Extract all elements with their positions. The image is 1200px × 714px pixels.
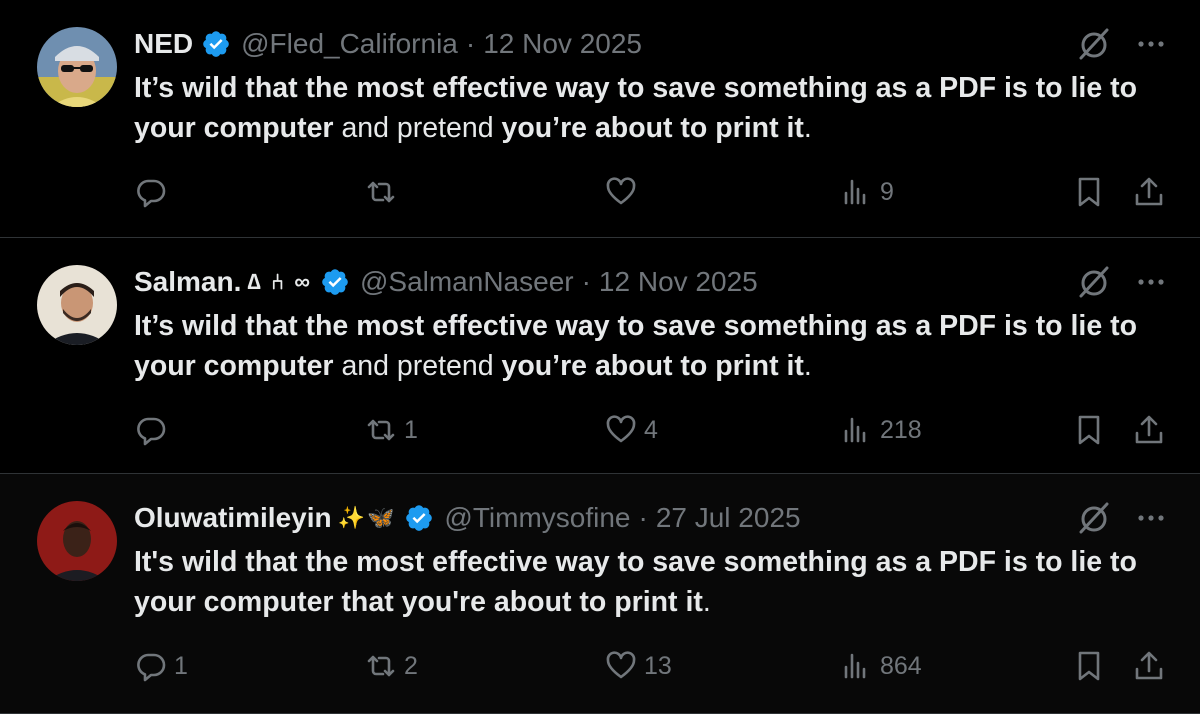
- share-icon: [1135, 415, 1163, 444]
- avatar[interactable]: [37, 27, 117, 107]
- share-button[interactable]: [1132, 172, 1166, 212]
- like-button[interactable]: 13: [604, 646, 672, 686]
- tweet-feed: NED @Fled_California · 12 Nov 2025 It’s …: [0, 0, 1200, 714]
- tweet-text: It’s wild that the most effective way to…: [134, 306, 1174, 386]
- repost-count: 2: [404, 651, 418, 680]
- like-count: 13: [644, 651, 672, 680]
- separator-dot: ·: [581, 266, 591, 297]
- verified-badge-icon: [406, 505, 433, 531]
- tweet[interactable]: Oluwatimileyin ✨🦋 @Timmysofine · 27 Jul …: [0, 474, 1200, 714]
- like-button[interactable]: 4: [604, 410, 658, 450]
- display-name[interactable]: Salman.: [134, 266, 241, 298]
- repost-button[interactable]: [364, 172, 404, 212]
- name-decoration: ∆ ⑃ ∞: [247, 269, 312, 294]
- handle[interactable]: @Timmysofine: [444, 502, 630, 534]
- tweet-header: Oluwatimileyin ✨🦋 @Timmysofine · 27 Jul …: [134, 499, 801, 537]
- handle[interactable]: @Fled_California: [241, 28, 458, 60]
- more-options-icon[interactable]: [1134, 501, 1168, 535]
- verified-badge-icon: [322, 269, 348, 295]
- tweet-top-actions: [1074, 24, 1168, 64]
- tweet-actions: 9: [0, 172, 1200, 212]
- bookmark-icon: [1078, 651, 1100, 681]
- views-button[interactable]: 218: [840, 410, 922, 450]
- more-options-icon[interactable]: [1134, 27, 1168, 61]
- tweet-text: It’s wild that the most effective way to…: [134, 68, 1174, 148]
- verified-badge-icon: [203, 31, 229, 57]
- separator-dot: ·: [465, 28, 476, 59]
- share-icon: [1135, 177, 1163, 206]
- repost-icon: [367, 419, 395, 441]
- views-button[interactable]: 9: [840, 172, 894, 212]
- reply-icon: [137, 417, 166, 446]
- bookmark-button[interactable]: [1072, 410, 1106, 450]
- reply-button[interactable]: 1: [134, 646, 188, 686]
- tweet-text-part: and pretend: [333, 350, 502, 382]
- analytics-icon: [844, 417, 866, 443]
- analytics-icon: [844, 653, 866, 679]
- heart-icon: [606, 415, 636, 443]
- repost-button[interactable]: 2: [364, 646, 418, 686]
- reply-icon: [137, 179, 166, 208]
- views-button[interactable]: 864: [840, 646, 922, 686]
- share-icon: [1135, 651, 1163, 680]
- reply-count: 1: [174, 651, 188, 680]
- tweet-text-part: .: [803, 112, 812, 144]
- view-count: 218: [880, 415, 922, 444]
- view-count: 9: [880, 177, 894, 206]
- share-button[interactable]: [1132, 646, 1166, 686]
- tweet[interactable]: NED @Fled_California · 12 Nov 2025 It’s …: [0, 0, 1200, 238]
- tweet-header: Salman. ∆ ⑃ ∞ @SalmanNaseer · 12 Nov 202…: [134, 263, 758, 301]
- grok-icon[interactable]: [1074, 498, 1114, 538]
- repost-button[interactable]: 1: [364, 410, 418, 450]
- reply-button[interactable]: [134, 172, 174, 212]
- grok-icon[interactable]: [1074, 262, 1114, 302]
- like-button[interactable]: [604, 172, 644, 212]
- tweet[interactable]: Salman. ∆ ⑃ ∞ @SalmanNaseer · 12 Nov 202…: [0, 238, 1200, 474]
- more-options-icon[interactable]: [1134, 265, 1168, 299]
- tweet-date[interactable]: 27 Jul 2025: [656, 502, 801, 534]
- tweet-text-part: .: [702, 586, 711, 618]
- separator-dot: ·: [638, 502, 648, 533]
- share-button[interactable]: [1132, 410, 1166, 450]
- heart-icon: [606, 177, 636, 205]
- display-name[interactable]: NED: [134, 28, 193, 60]
- tweet-actions: 1 4 218: [0, 410, 1200, 450]
- tweet-date[interactable]: 12 Nov 2025: [483, 28, 642, 60]
- tweet-top-actions: [1074, 498, 1168, 538]
- bookmark-button[interactable]: [1072, 172, 1106, 212]
- view-count: 864: [880, 651, 922, 680]
- tweet-header: NED @Fled_California · 12 Nov 2025: [134, 25, 642, 63]
- tweet-actions: 1 2 13 864: [0, 646, 1200, 686]
- bookmark-icon: [1078, 415, 1100, 445]
- handle[interactable]: @SalmanNaseer: [360, 266, 574, 298]
- tweet-date[interactable]: 12 Nov 2025: [599, 266, 758, 298]
- repost-count: 1: [404, 415, 418, 444]
- tweet-text-part: .: [803, 350, 812, 382]
- like-count: 4: [644, 415, 658, 444]
- name-emoji: ✨🦋: [337, 505, 397, 530]
- analytics-icon: [844, 179, 866, 205]
- avatar[interactable]: [37, 265, 117, 345]
- tweet-text-part: you’re about to print it: [501, 350, 804, 382]
- repost-icon: [367, 181, 395, 203]
- tweet-text-part: and pretend: [333, 112, 502, 144]
- bookmark-icon: [1078, 177, 1100, 207]
- tweet-text-part: It's wild that the most effective way to…: [134, 546, 1137, 618]
- tweet-top-actions: [1074, 262, 1168, 302]
- repost-icon: [367, 655, 395, 677]
- heart-icon: [606, 651, 636, 679]
- bookmark-button[interactable]: [1072, 646, 1106, 686]
- display-name[interactable]: Oluwatimileyin: [134, 502, 332, 534]
- avatar[interactable]: [37, 501, 117, 581]
- tweet-text: It's wild that the most effective way to…: [134, 542, 1174, 622]
- tweet-text-part: you’re about to print it: [501, 112, 804, 144]
- reply-icon: [137, 653, 166, 682]
- reply-button[interactable]: [134, 410, 174, 450]
- grok-icon[interactable]: [1074, 24, 1114, 64]
